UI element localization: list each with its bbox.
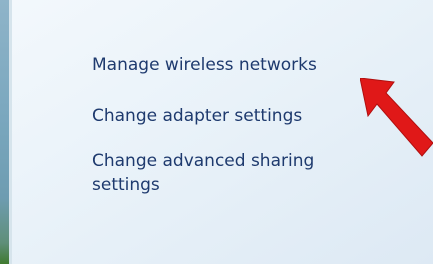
change-adapter-settings-link[interactable]: Change adapter settings xyxy=(92,104,302,128)
window-left-border xyxy=(0,0,9,264)
red-arrow-icon xyxy=(360,78,433,157)
manage-wireless-networks-link[interactable]: Manage wireless networks xyxy=(92,53,317,77)
change-advanced-sharing-settings-link[interactable]: Change advanced sharing settings xyxy=(92,149,382,197)
